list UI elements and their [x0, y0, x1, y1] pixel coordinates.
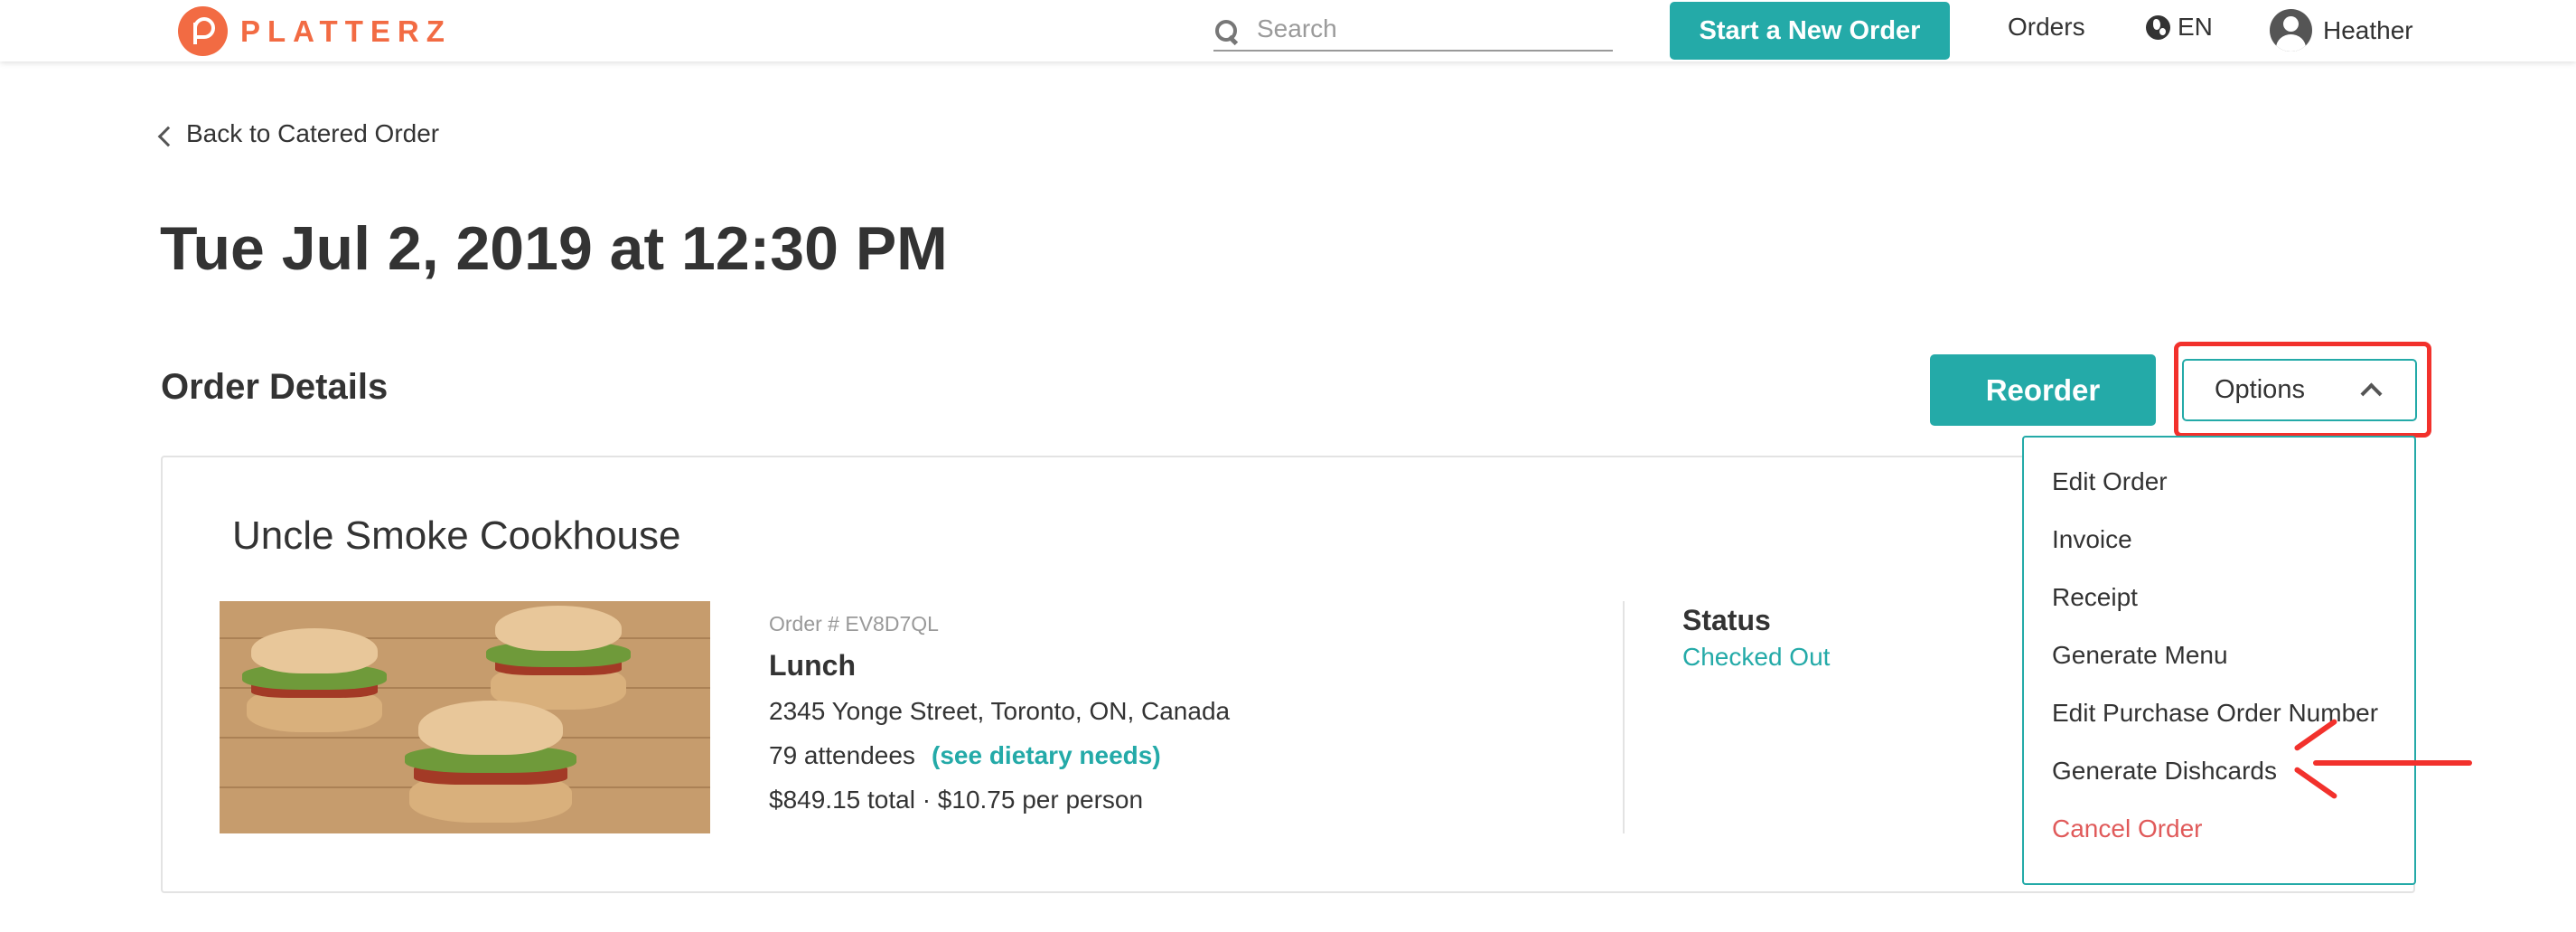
order-totals: $849.15 total · $10.75 per person [769, 786, 1144, 814]
globe-icon [2146, 14, 2170, 40]
options-dropdown-button[interactable]: Options [2182, 359, 2417, 421]
menu-item-invoice[interactable]: Invoice [2052, 525, 2132, 554]
status-value: Checked Out [1682, 643, 1831, 671]
menu-item-edit-order[interactable]: Edit Order [2052, 467, 2168, 496]
sandwich-right [482, 606, 635, 714]
see-dietary-needs-link[interactable]: (see dietary needs) [932, 741, 1161, 770]
page-title: Tue Jul 2, 2019 at 12:30 PM [160, 214, 948, 283]
nav-orders-link[interactable]: Orders [2008, 13, 2085, 42]
menu-item-cancel-order[interactable]: Cancel Order [2052, 814, 2203, 843]
food-photo [220, 601, 710, 833]
attendee-count: 79 attendees [769, 741, 915, 769]
delivery-address: 2345 Yonge Street, Toronto, ON, Canada [769, 697, 1231, 725]
logo-text: PLATTERZ [240, 14, 452, 48]
search-input[interactable] [1257, 11, 1600, 47]
start-new-order-button[interactable]: Start a New Order [1670, 2, 1950, 60]
menu-item-generate-menu[interactable]: Generate Menu [2052, 641, 2228, 670]
sandwich-front [400, 701, 581, 827]
reorder-button[interactable]: Reorder [1930, 354, 2156, 426]
status-label: Status [1682, 604, 1771, 636]
back-link-label: Back to Catered Order [186, 119, 440, 147]
options-label: Options [2215, 375, 2305, 404]
section-title: Order Details [161, 367, 389, 407]
order-number: Order # EV8D7QL [769, 612, 939, 635]
restaurant-name: Uncle Smoke Cookhouse [232, 513, 681, 558]
vertical-divider [1623, 601, 1625, 833]
search-bar[interactable] [1213, 9, 1613, 52]
sandwich-left [238, 628, 391, 737]
platterz-logo[interactable]: PLATTERZ [178, 6, 452, 56]
menu-item-receipt[interactable]: Receipt [2052, 583, 2138, 612]
annotation-arrow-icon [2313, 760, 2472, 766]
platterz-logo-icon [178, 6, 228, 56]
top-header: PLATTERZ Start a New Order Orders EN Hea… [0, 0, 2576, 61]
search-icon [1215, 20, 1237, 42]
language-selector[interactable]: EN [2146, 13, 2213, 42]
user-menu[interactable]: Heather [2270, 9, 2413, 52]
menu-item-generate-dishcards[interactable]: Generate Dishcards [2052, 757, 2277, 786]
meal-type: Lunch [769, 649, 856, 682]
avatar-icon [2270, 9, 2312, 52]
language-label: EN [2178, 13, 2213, 41]
user-name: Heather [2323, 15, 2413, 44]
chevron-up-icon [2360, 382, 2383, 405]
back-to-catered-order-link[interactable]: Back to Catered Order [157, 119, 440, 148]
chevron-left-icon [157, 126, 179, 147]
